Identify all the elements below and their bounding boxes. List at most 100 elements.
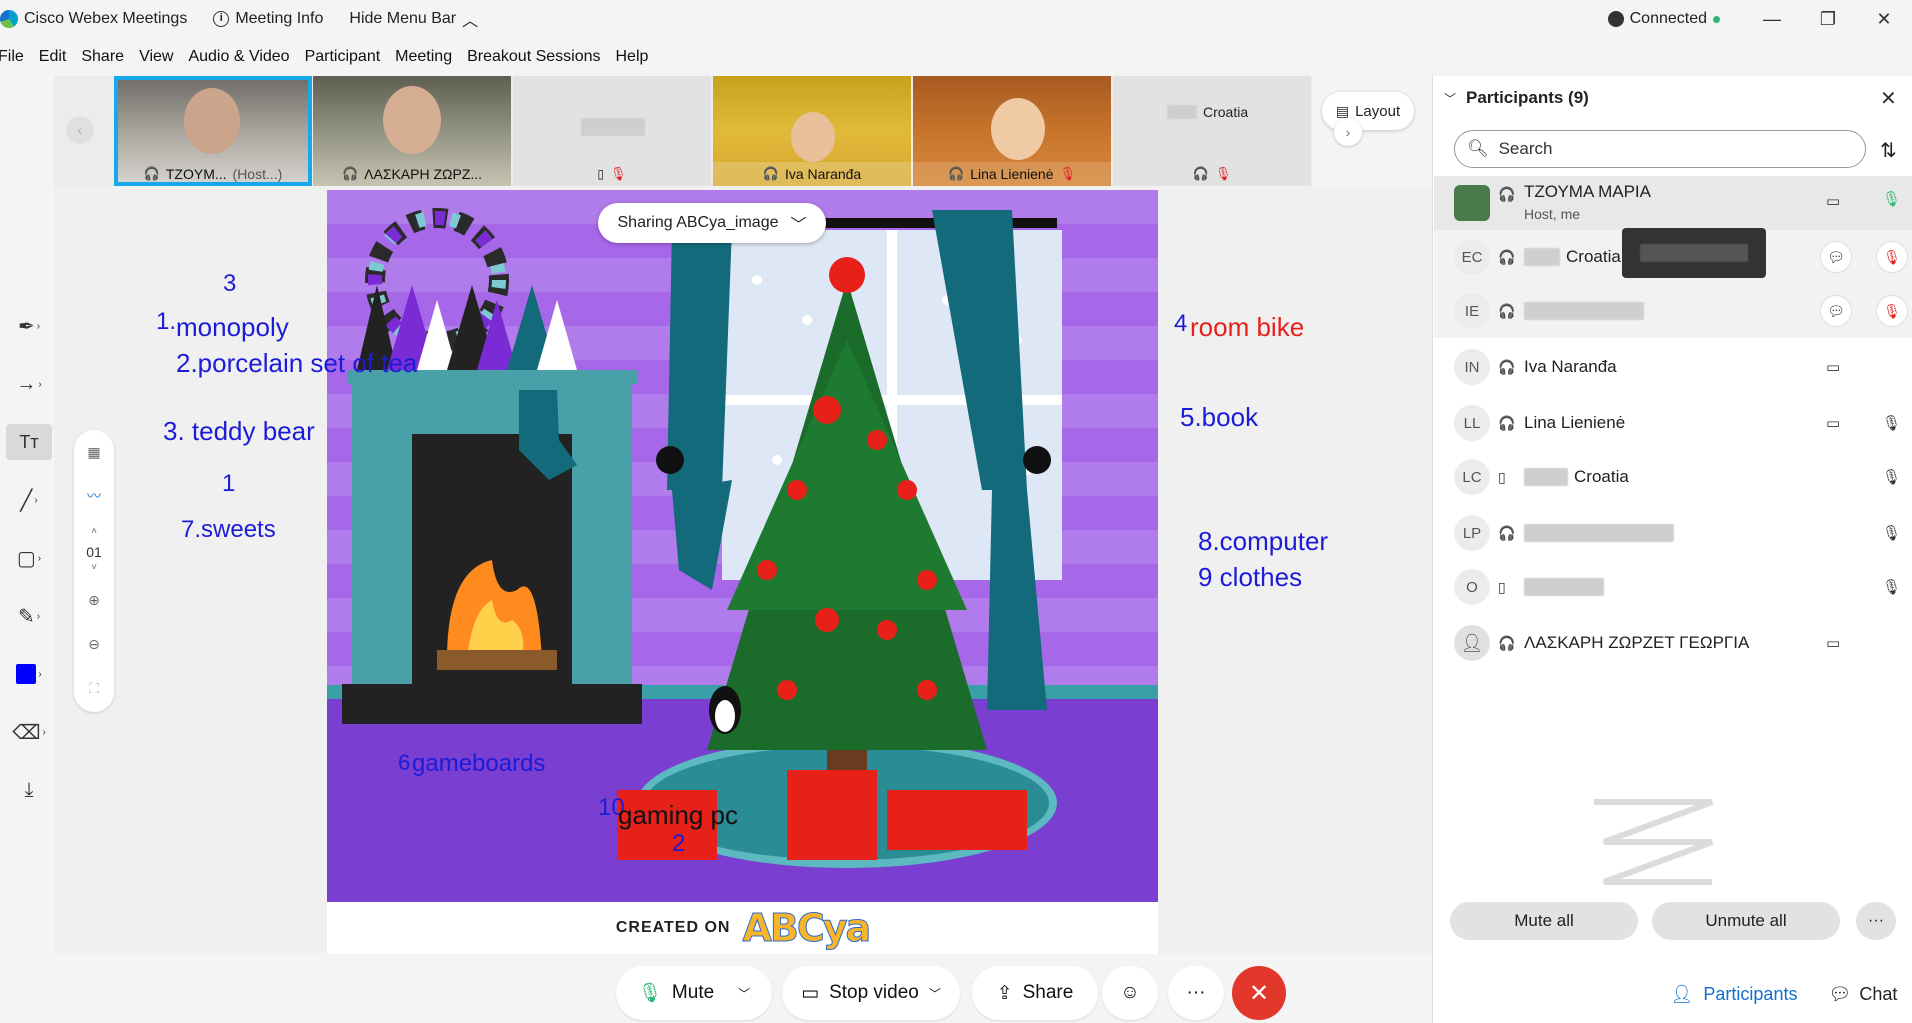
menu-bar: File Edit Share View Audio & Video Parti… [0,38,1912,76]
participants-button[interactable]: 👤︎ Participants [1656,970,1812,1018]
participants-panel-header[interactable]: ﹀ Participants (9) [1444,88,1589,108]
avatar: LC [1454,459,1490,495]
fit-screen-icon[interactable]: ⛶ [74,680,114,697]
video-tile-iva[interactable]: 🎧 Iva Naranđa [713,76,911,186]
line-tool[interactable]: ╱ › [6,482,52,518]
menu-audio-video[interactable]: Audio & Video [188,48,289,66]
thumbnails-icon[interactable]: ▦ [74,444,114,461]
page-down-icon[interactable]: ˅ [74,562,114,573]
zoom-out-icon[interactable]: ⊖ [74,636,114,653]
chat-icon[interactable]: 💬︎ [1820,241,1852,273]
video-tile-label: ▯ 🎙 [513,162,711,186]
participant-row[interactable]: LP 🎧 🎙 [1434,506,1912,560]
menu-file[interactable]: File [0,48,24,66]
headset-icon: 🎧 [1498,524,1516,541]
unmute-all-button[interactable]: Unmute all [1652,902,1840,940]
present [887,790,1027,850]
video-tile-label: 🎧 Lina Lienienė 🎙 [913,162,1111,186]
arrow-tool[interactable]: → › [6,366,52,402]
save-annotation-tool[interactable]: ⤓ [6,772,52,808]
close-window-button[interactable]: ✕ [1856,0,1912,38]
video-tile-laskari[interactable]: 🎧 ΛΑΣΚΑΡΗ ΖΩΡΖ... [313,76,511,186]
chat-icon[interactable]: 💬︎ [1820,295,1852,327]
leave-meeting-button[interactable]: ✕ [1232,966,1286,1020]
menu-view[interactable]: View [139,48,173,66]
video-tile-label: 🎧 ΛΑΣΚΑΡΗ ΖΩΡΖ... [341,166,483,182]
filmstrip-prev-button[interactable]: ‹ [66,116,94,144]
page-up-icon[interactable]: ˄ [74,526,114,537]
title-bar: Cisco Webex Meetings i Meeting Info Hide… [0,0,1912,38]
color-tool[interactable]: › [6,656,52,692]
video-tile-name: Croatia [1167,104,1248,120]
participant-name: ΛΑΣΚΑΡΗ ΖΩΡΖΕΤ ΓΕΩΡΓΙΑ [1524,633,1750,652]
text-icon: Tт [19,431,39,452]
more-options-button[interactable]: ··· [1856,902,1896,940]
participant-row[interactable]: 👤︎ 🎧 ΛΑΣΚΑΡΗ ΖΩΡΖΕΤ ΓΕΩΡΓΙΑ ▭ [1434,616,1912,670]
video-tile-lina[interactable]: 🎧 Lina Lienienė 🎙 [913,76,1111,186]
eraser-tool[interactable]: ⌫ › [6,714,52,750]
chevron-down-icon: ﹀ [790,217,807,234]
mic-muted-icon: 🎙 [1882,415,1902,432]
stop-video-button[interactable]: ▭ Stop video ﹀ [782,966,960,1020]
participant-row[interactable]: LL 🎧 Lina Lienienė ▭ 🎙 [1434,396,1912,450]
video-tile-croatia[interactable]: Croatia 🎧 🎙 [1113,76,1311,186]
annotate-pen-tool[interactable]: ✒ › [6,308,52,344]
blurred-name [1524,302,1644,320]
sharing-status-pill[interactable]: Sharing ABCya_image ﹀ [598,203,826,243]
headset-icon: 🎧 [1498,358,1516,375]
shape-tool[interactable]: ▢ › [6,540,52,576]
text-tool[interactable]: Tт [6,424,52,460]
headset-icon: 🎧 [1498,186,1516,202]
microphone-icon: 🎙 [637,983,662,1004]
more-controls-button[interactable]: ··· [1168,966,1224,1020]
face-laskari [383,86,441,154]
created-on-label: CREATED ON [615,919,731,936]
annotation-text: 9 clothes [1198,562,1303,592]
chevron-up-icon: ︿ [462,13,479,30]
download-icon: ⤓ [24,778,34,801]
menu-share[interactable]: Share [81,48,124,66]
meeting-info-button[interactable]: i Meeting Info [213,10,323,28]
video-tile-host[interactable]: 🎧 TZOYM... (Host...) [114,76,312,186]
chevron-down-icon: ﹀ [738,986,751,1001]
restore-button[interactable]: ❐ [1800,0,1856,38]
annotation-text: 1 [222,470,236,497]
sort-icon[interactable]: ⇅ [1880,138,1897,163]
zoom-in-icon[interactable]: ⊕ [74,592,114,609]
share-button[interactable]: ⇪ Share [972,966,1098,1020]
participant-row[interactable]: IE 🎧 💬︎ 🎙 [1434,284,1912,338]
phone-icon: ▯ [597,167,605,181]
reactions-button[interactable]: ☺ [1102,966,1158,1020]
mic-active-icon: 🎙 [1882,191,1902,208]
annotation-text: 8.computer [1198,526,1329,556]
mute-all-button[interactable]: Mute all [1450,902,1638,940]
layout-icon: ▤ [1335,102,1350,119]
pencil-tool[interactable]: ✎ › [6,598,52,634]
zoom-panel: ▦ 〰 ˄ 01 ˅ ⊕ ⊖ ⛶ [74,430,114,712]
minimize-button[interactable]: — [1744,0,1800,38]
menu-edit[interactable]: Edit [39,48,67,66]
participant-row[interactable]: 🎧 ΤΖΟΥΜΑ ΜΑΡΙΑ Host, me ▭ 🎙 [1434,176,1912,230]
headset-icon: 🎧 [762,166,779,181]
video-tile-label: 🎧 TZOYM... (Host...) [143,166,283,182]
menu-breakout-sessions[interactable]: Breakout Sessions [467,48,600,66]
participants-title: Participants (9) [1466,88,1589,107]
annotation-mode-icon[interactable]: 〰 [74,486,114,506]
filmstrip-next-button[interactable]: › [1334,118,1362,146]
menu-help[interactable]: Help [616,48,649,66]
tooltip [1622,228,1766,278]
participant-row[interactable]: LC ▯ Croatia 🎙 [1434,450,1912,504]
hide-menu-bar-button[interactable]: Hide Menu Bar ︿ [349,7,478,31]
headset-icon: 🎧 [1498,414,1516,431]
participant-search-input[interactable]: 🔍︎ Search [1454,130,1866,168]
participant-row[interactable]: O ▯ 🎙 [1434,560,1912,614]
participant-row[interactable]: IN 🎧 Iva Naranđa ▭ [1434,340,1912,394]
chat-button[interactable]: 💬︎ Chat [1818,970,1908,1018]
mic-muted-icon[interactable]: 🎙 [1876,295,1908,327]
menu-meeting[interactable]: Meeting [395,48,452,66]
menu-participant[interactable]: Participant [305,48,381,66]
mic-muted-icon[interactable]: 🎙 [1876,241,1908,273]
mute-button[interactable]: 🎙 Mute ﹀ [616,966,772,1020]
close-panel-icon[interactable]: ✕ [1880,86,1897,111]
video-tile-blurred[interactable]: ▯ 🎙 [513,76,711,186]
